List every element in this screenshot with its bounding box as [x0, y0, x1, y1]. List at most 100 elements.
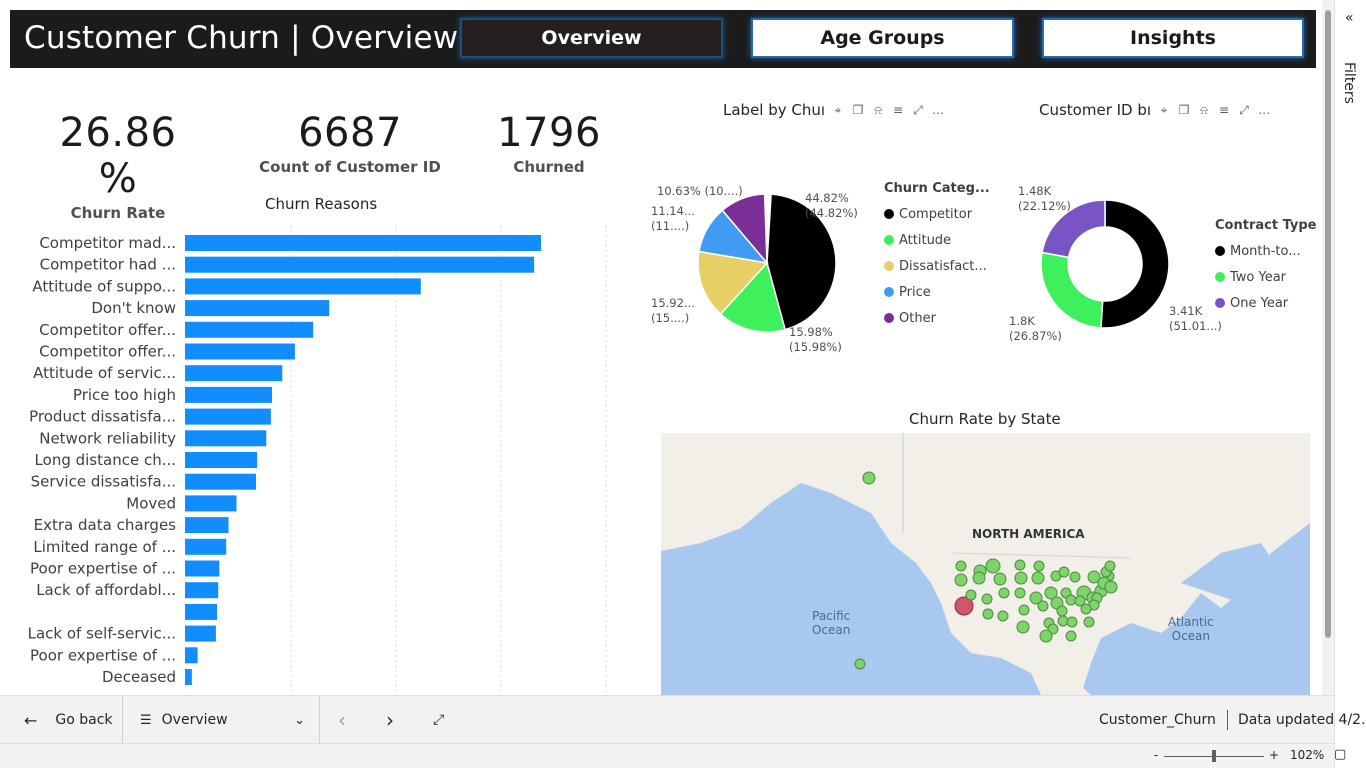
copy-icon[interactable]: ❐ — [851, 103, 865, 118]
bar[interactable] — [185, 343, 295, 360]
bar[interactable] — [185, 365, 283, 382]
status-bar: - + 102% ▢ — [0, 743, 1346, 768]
legend-item[interactable]: Price — [884, 279, 990, 305]
go-back-button[interactable]: ← Go back — [24, 696, 113, 744]
page-selector[interactable]: ☰ Overview ⌄ — [140, 696, 305, 744]
bar[interactable] — [185, 278, 421, 295]
map-bubble[interactable] — [1037, 600, 1049, 612]
bar[interactable] — [185, 669, 192, 685]
copy-icon[interactable]: ❐ — [1177, 103, 1191, 118]
bar[interactable] — [185, 408, 271, 425]
report-name: Customer_Churn — [1099, 712, 1216, 728]
map-bubble[interactable] — [1031, 571, 1045, 585]
map-bubble[interactable] — [862, 471, 876, 485]
bar[interactable] — [185, 321, 314, 338]
legend-item[interactable]: Attitude — [884, 227, 990, 253]
bar[interactable] — [185, 300, 330, 317]
map-bubble[interactable] — [1039, 629, 1053, 643]
alert-bell-icon[interactable]: ⍾ — [1197, 103, 1211, 118]
map-label-north-america: NORTH AMERICA — [972, 527, 1085, 541]
focus-mode-icon[interactable]: ⤢ — [911, 103, 925, 118]
legend-item[interactable]: Competitor — [884, 201, 990, 227]
bar[interactable] — [185, 256, 535, 273]
map-bubble[interactable] — [972, 571, 986, 585]
map-bubble[interactable] — [965, 589, 977, 601]
bar[interactable] — [185, 625, 216, 642]
bar[interactable] — [185, 473, 256, 490]
map-bubble[interactable] — [1058, 566, 1070, 578]
map-bubble[interactable] — [1016, 620, 1030, 634]
nav-button-age-groups[interactable]: Age Groups — [751, 18, 1014, 58]
bar[interactable] — [185, 647, 198, 664]
nav-button-overview[interactable]: Overview — [460, 18, 723, 58]
map-bubble[interactable] — [981, 593, 993, 605]
pie-label-price: 11.14... (11....) — [651, 204, 695, 233]
map-bubble[interactable] — [1104, 560, 1116, 572]
bar[interactable] — [185, 235, 541, 251]
map-bubble[interactable] — [1057, 615, 1069, 627]
zoom-out-button[interactable]: - — [1154, 748, 1158, 762]
prev-page-button[interactable]: ‹ — [338, 696, 346, 744]
map-bubble[interactable] — [982, 608, 994, 620]
map-bubble[interactable] — [1083, 616, 1095, 628]
collapse-icon[interactable]: ⤢ — [433, 696, 444, 744]
pin-icon[interactable]: ⌖ — [1157, 103, 1171, 118]
bar[interactable] — [185, 603, 218, 620]
nav-button-insights[interactable]: Insights — [1042, 18, 1304, 58]
zoom-in-button[interactable]: + — [1269, 748, 1279, 762]
map-bubble[interactable] — [954, 573, 968, 587]
map-bubble[interactable] — [985, 558, 1001, 574]
filters-label[interactable]: Filters — [1341, 62, 1357, 104]
map-bubble[interactable] — [854, 658, 866, 670]
canvas-scrollbar[interactable] — [1322, 0, 1334, 695]
donut-slice[interactable] — [1100, 199, 1170, 329]
map-bubble[interactable] — [1069, 571, 1081, 583]
pin-icon[interactable]: ⌖ — [831, 103, 845, 118]
bar[interactable] — [185, 517, 229, 534]
more-options-icon[interactable]: … — [1257, 103, 1271, 118]
map-bubble[interactable] — [1033, 560, 1045, 572]
map-bubble[interactable] — [993, 572, 1007, 586]
map-bubble[interactable] — [997, 610, 1009, 622]
bar[interactable] — [185, 582, 219, 599]
scroll-thumb[interactable] — [1325, 10, 1331, 638]
more-options-icon[interactable]: … — [931, 103, 945, 118]
map-bubble[interactable] — [1065, 594, 1077, 606]
map-bubble[interactable] — [1014, 559, 1026, 571]
map-bubble[interactable] — [1065, 630, 1077, 642]
bar[interactable] — [185, 495, 237, 512]
pie-visual-header: Label by Chuı ⌖ ❐ ⍾ ≡ ⤢ … — [723, 101, 945, 119]
filter-icon[interactable]: ≡ — [1217, 103, 1231, 118]
legend-item[interactable]: Dissatisfact... — [884, 253, 990, 279]
filters-pane[interactable]: « Filters — [1334, 0, 1366, 768]
legend-item[interactable]: One Year — [1215, 290, 1317, 316]
alert-bell-icon[interactable]: ⍾ — [871, 103, 885, 118]
filter-icon[interactable]: ≡ — [891, 103, 905, 118]
map-bubble[interactable] — [1014, 571, 1028, 585]
map-bubble[interactable] — [1104, 580, 1118, 594]
legend-title: Contract Type — [1215, 218, 1317, 233]
map-bubble[interactable] — [1018, 604, 1030, 616]
focus-mode-icon[interactable]: ⤢ — [1237, 103, 1251, 118]
bar[interactable] — [185, 538, 227, 555]
map-bubble[interactable] — [1056, 605, 1068, 617]
bar[interactable] — [185, 560, 220, 577]
map-bubble[interactable] — [1066, 616, 1078, 628]
back-arrow-icon: ← — [24, 710, 38, 730]
churn-state-map[interactable]: NORTH AMERICA Pacific Ocean Atlantic Ocean — [661, 433, 1310, 695]
map-bubble[interactable] — [1080, 603, 1092, 615]
zoom-slider-thumb[interactable] — [1212, 750, 1216, 762]
map-bubble[interactable] — [1014, 587, 1026, 599]
next-page-button[interactable]: › — [386, 696, 394, 744]
legend-item[interactable]: Month-to... — [1215, 238, 1317, 264]
fit-page-icon[interactable]: ▢ — [1334, 747, 1346, 762]
legend-item[interactable]: Other — [884, 305, 990, 331]
bar-label: Don't know — [91, 299, 176, 317]
map-bubble[interactable] — [998, 587, 1010, 599]
bar[interactable] — [185, 452, 258, 468]
bar[interactable] — [185, 430, 267, 447]
collapse-panel-icon[interactable]: « — [1345, 10, 1354, 26]
map-bubble[interactable] — [955, 560, 967, 572]
legend-item[interactable]: Two Year — [1215, 264, 1317, 290]
bar[interactable] — [185, 386, 272, 403]
